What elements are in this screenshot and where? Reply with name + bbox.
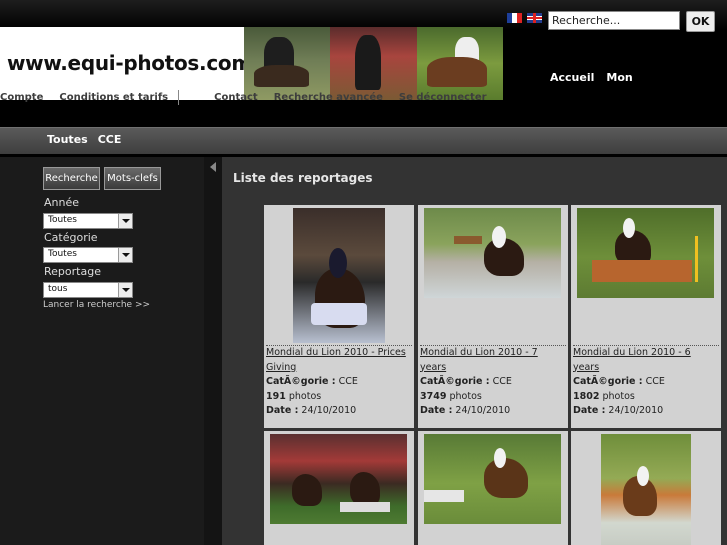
chevron-down-icon[interactable] bbox=[118, 283, 132, 297]
site-name: www.equi-photos.com bbox=[7, 51, 252, 75]
nav-contact[interactable]: Contact bbox=[214, 92, 258, 103]
language-switcher bbox=[507, 13, 542, 23]
nav-accueil[interactable]: Accueil bbox=[550, 71, 594, 84]
nav-conditions[interactable]: Conditions et tarifs bbox=[59, 92, 168, 103]
nav-mon[interactable]: Mon bbox=[606, 71, 632, 84]
sidebar-splitter[interactable] bbox=[204, 157, 222, 545]
photo-count-unit: photos bbox=[449, 390, 482, 402]
report-select[interactable]: tous bbox=[43, 282, 133, 298]
report-details: Mondial du Lion 2010 - Prices Giving Cat… bbox=[266, 345, 412, 419]
category-bar: Toutes CCE bbox=[0, 127, 727, 154]
main-nav: Accueil Mon bbox=[550, 71, 633, 84]
report-thumbnail[interactable] bbox=[424, 434, 561, 524]
report-card[interactable] bbox=[571, 431, 721, 545]
nav-deconnecter[interactable]: Se déconnecter bbox=[399, 92, 487, 103]
report-label: Reportage bbox=[44, 265, 101, 278]
category-label: CatÃ©gorie : bbox=[420, 376, 490, 387]
search-ok-button[interactable]: OK bbox=[686, 11, 715, 32]
category-value: CCE bbox=[338, 376, 358, 387]
nav-compte[interactable]: Compte bbox=[0, 92, 43, 103]
photo-count: 1802 bbox=[573, 390, 600, 402]
report-thumbnail[interactable] bbox=[293, 208, 385, 343]
page-title: Liste des reportages bbox=[233, 171, 373, 185]
date-value: 24/10/2010 bbox=[608, 405, 664, 416]
date-value: 24/10/2010 bbox=[301, 405, 357, 416]
tab-recherche[interactable]: Recherche bbox=[43, 167, 100, 190]
category-select-value: Toutes bbox=[48, 249, 77, 259]
launch-search-link[interactable]: Lancer la recherche >> bbox=[43, 300, 150, 310]
photo-count: 3749 bbox=[420, 390, 447, 402]
report-thumbnail[interactable] bbox=[270, 434, 407, 524]
banner-photo-ceremony bbox=[330, 27, 417, 100]
report-title[interactable]: Mondial du Lion 2010 - Prices Giving bbox=[266, 345, 412, 375]
photo-count-unit: photos bbox=[288, 390, 322, 402]
tab-mots-clefs[interactable]: Mots-clefs bbox=[104, 167, 161, 190]
photo-count: 191 bbox=[266, 390, 286, 402]
category-select[interactable]: Toutes bbox=[43, 247, 133, 263]
banner-photo-crosscountry bbox=[416, 27, 503, 100]
banner-photo-showjump bbox=[244, 27, 331, 100]
nav-recherche-avancee[interactable]: Recherche avancée bbox=[274, 92, 383, 103]
search-input[interactable] bbox=[548, 11, 680, 30]
site-logo[interactable]: www.equi-photos.com bbox=[0, 27, 252, 100]
report-select-value: tous bbox=[48, 284, 68, 294]
category-value: CCE bbox=[492, 376, 512, 387]
category-toutes[interactable]: Toutes bbox=[47, 133, 88, 146]
report-thumbnail[interactable] bbox=[424, 208, 561, 298]
date-value: 24/10/2010 bbox=[455, 405, 511, 416]
fr-flag-icon[interactable] bbox=[507, 13, 522, 23]
date-label: Date : bbox=[573, 405, 606, 416]
header-banner bbox=[244, 27, 503, 100]
uk-flag-icon[interactable] bbox=[527, 13, 542, 23]
nav-divider bbox=[178, 90, 179, 105]
report-card[interactable]: Mondial du Lion 2010 - 7 years CatÃ©gori… bbox=[418, 205, 568, 428]
date-label: Date : bbox=[266, 405, 299, 416]
photo-count-unit: photos bbox=[602, 390, 635, 402]
chevron-down-icon[interactable] bbox=[118, 248, 132, 262]
report-card[interactable] bbox=[264, 431, 414, 545]
report-title[interactable]: Mondial du Lion 2010 - 6 years bbox=[573, 345, 719, 375]
report-title[interactable]: Mondial du Lion 2010 - 7 years bbox=[420, 345, 566, 375]
report-card[interactable]: Mondial du Lion 2010 - Prices Giving Cat… bbox=[264, 205, 414, 428]
report-thumbnail[interactable] bbox=[577, 208, 714, 298]
report-thumbnail[interactable] bbox=[601, 434, 691, 545]
category-label: CatÃ©gorie : bbox=[266, 376, 336, 387]
report-details: Mondial du Lion 2010 - 7 years CatÃ©gori… bbox=[420, 345, 566, 419]
category-cce[interactable]: CCE bbox=[98, 133, 122, 146]
year-select-value: Toutes bbox=[48, 215, 77, 225]
report-card[interactable] bbox=[418, 431, 568, 545]
date-label: Date : bbox=[420, 405, 453, 416]
collapse-arrow-icon[interactable] bbox=[210, 162, 216, 172]
report-details: Mondial du Lion 2010 - 6 years CatÃ©gori… bbox=[573, 345, 719, 419]
secondary-nav: Compte Conditions et tarifs Contact Rech… bbox=[0, 92, 503, 103]
category-label: CatÃ©gorie : bbox=[573, 376, 643, 387]
category-label: Catégorie bbox=[44, 231, 98, 244]
chevron-down-icon[interactable] bbox=[118, 214, 132, 228]
report-card[interactable]: Mondial du Lion 2010 - 6 years CatÃ©gori… bbox=[571, 205, 721, 428]
year-label: Année bbox=[44, 196, 80, 209]
year-select[interactable]: Toutes bbox=[43, 213, 133, 229]
category-value: CCE bbox=[645, 376, 665, 387]
